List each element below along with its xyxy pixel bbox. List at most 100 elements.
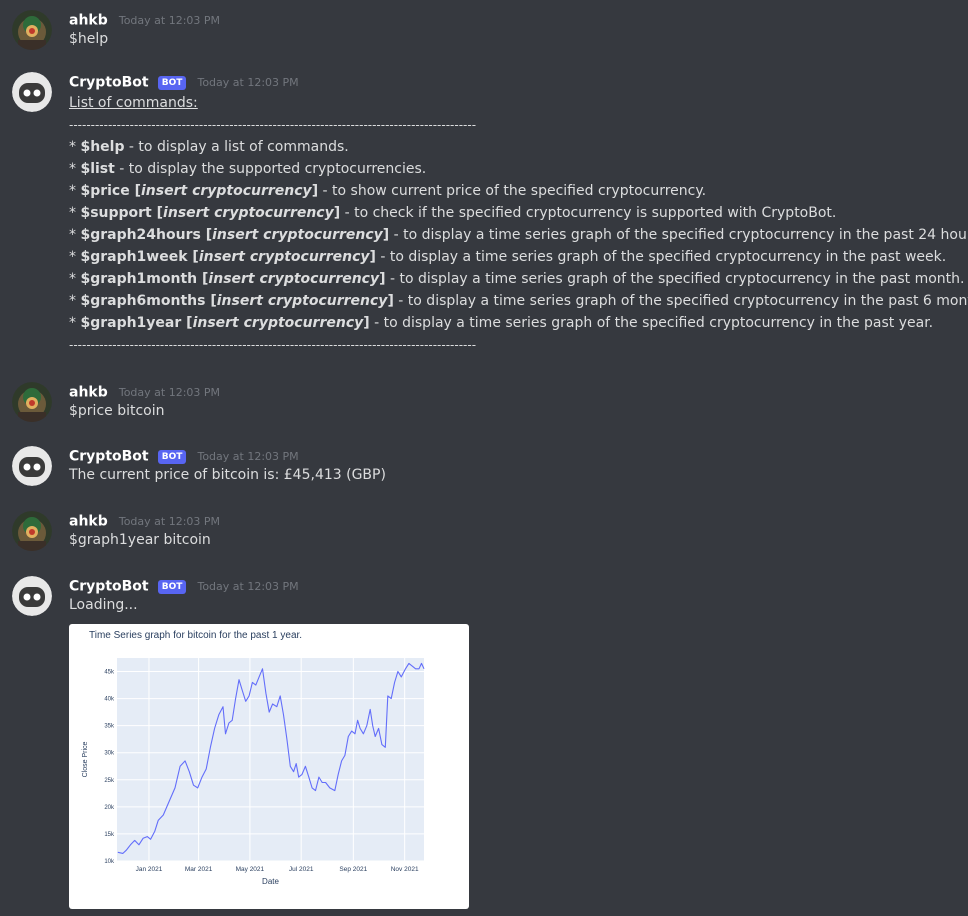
x-tick-label: Nov 2021 [391, 866, 419, 873]
command-name: $support [80, 205, 157, 221]
bullet: * [69, 161, 81, 177]
y-tick-label: 40k [104, 697, 115, 703]
command-description: - to check if the specified cryptocurren… [340, 205, 837, 221]
command-item: * $graph1week [insert cryptocurrency] - … [69, 246, 968, 268]
y-tick-label: 20k [104, 805, 115, 811]
command-name: $graph1month [80, 271, 203, 287]
user-avatar[interactable] [12, 511, 52, 551]
command-item: * $graph6months [insert cryptocurrency] … [69, 290, 968, 312]
user-avatar[interactable] [12, 10, 52, 50]
command-name: $list [80, 161, 115, 177]
command-description: - to display a time series graph of the … [393, 293, 968, 309]
bot-avatar[interactable] [12, 72, 52, 112]
command-list: List of commands: ----------------------… [69, 92, 968, 356]
command-item: * $graph24hours [insert cryptocurrency] … [69, 224, 968, 246]
author-name[interactable]: ahkb [69, 13, 108, 29]
y-axis-label: Close Price [82, 742, 89, 778]
command-arg: [insert cryptocurrency] [192, 249, 376, 265]
author-name[interactable]: ahkb [69, 514, 108, 530]
bullet: * [69, 227, 81, 243]
command-item: * $price [insert cryptocurrency] - to sh… [69, 180, 968, 202]
message: CryptoBot BOT Today at 12:03 PM List of … [0, 72, 968, 362]
command-arg: [insert cryptocurrency] [202, 271, 386, 287]
message: ahkb Today at 12:03 PM $price bitcoin [0, 382, 968, 432]
message-header: CryptoBot BOT Today at 12:03 PM [69, 446, 299, 465]
y-tick-label: 45k [104, 670, 115, 676]
message-header: CryptoBot BOT Today at 12:03 PM [69, 72, 299, 91]
command-name: $price [80, 183, 135, 199]
y-tick-label: 25k [104, 778, 115, 784]
message: ahkb Today at 12:03 PM $graph1year bitco… [0, 511, 968, 561]
timestamp: Today at 12:03 PM [118, 386, 221, 399]
command-name: $graph1week [80, 249, 193, 265]
command-item: * $graph1year [insert cryptocurrency] - … [69, 312, 968, 334]
bullet: * [69, 249, 81, 265]
message-text: $price bitcoin [69, 403, 165, 419]
bullet: * [69, 205, 81, 221]
message-text: Loading... [69, 597, 138, 613]
command-item: * $help - to display a list of commands. [69, 136, 968, 158]
message-text: $graph1year bitcoin [69, 532, 211, 548]
author-name[interactable]: CryptoBot [69, 579, 149, 595]
command-name: $graph24hours [80, 227, 206, 243]
timestamp: Today at 12:03 PM [197, 76, 299, 89]
bullet: * [69, 271, 81, 287]
y-tick-label: 30k [104, 751, 115, 757]
command-arg: [insert cryptocurrency] [205, 227, 390, 243]
command-item: * $graph1month [insert cryptocurrency] -… [69, 268, 968, 290]
command-arg: [insert cryptocurrency] [186, 315, 370, 331]
message-header: ahkb Today at 12:03 PM [69, 10, 220, 29]
message-text: $help [69, 31, 109, 47]
bot-badge: BOT [157, 579, 187, 594]
command-description: - to show current price of the specified… [318, 183, 707, 199]
command-description: - to display a time series graph of the … [389, 227, 968, 243]
bullet: * [69, 183, 81, 199]
y-tick-label: 10k [104, 859, 115, 865]
message: ahkb Today at 12:03 PM $help [0, 10, 968, 60]
command-arg: [insert cryptocurrency] [134, 183, 319, 199]
bot-avatar[interactable] [12, 446, 52, 486]
author-name[interactable]: CryptoBot [69, 449, 149, 465]
bot-avatar[interactable] [12, 576, 52, 616]
bullet: * [69, 315, 81, 331]
command-item: * $list - to display the supported crypt… [69, 158, 968, 180]
bullet: * [69, 293, 81, 309]
commands: * $help - to display a list of commands.… [69, 136, 968, 334]
message-text: The current price of bitcoin is: £45,413… [69, 467, 386, 483]
message-header: ahkb Today at 12:03 PM [69, 511, 220, 530]
bullet: * [69, 139, 81, 155]
command-description: - to display a time series graph of the … [369, 315, 934, 331]
x-tick-label: May 2021 [236, 866, 265, 873]
list-heading: List of commands: [69, 95, 198, 111]
command-description: - to display a time series graph of the … [375, 249, 947, 265]
command-arg: [insert cryptocurrency] [210, 293, 394, 309]
y-tick-label: 15k [104, 832, 115, 838]
author-name[interactable]: ahkb [69, 385, 108, 401]
plot-area [117, 658, 424, 861]
separator-bottom: ----------------------------------------… [69, 338, 477, 352]
message: CryptoBot BOT Today at 12:03 PM Loading.… [0, 576, 968, 626]
timestamp: Today at 12:03 PM [197, 450, 299, 463]
bot-badge: BOT [157, 75, 187, 90]
message: CryptoBot BOT Today at 12:03 PM The curr… [0, 446, 968, 496]
separator-top: ----------------------------------------… [69, 118, 477, 132]
command-arg: [insert cryptocurrency] [156, 205, 341, 221]
timestamp: Today at 12:03 PM [118, 14, 221, 27]
timestamp: Today at 12:03 PM [118, 515, 221, 528]
timestamp: Today at 12:03 PM [197, 580, 299, 593]
graph-image[interactable]: Time Series graph for bitcoin for the pa… [69, 624, 469, 909]
author-name[interactable]: CryptoBot [69, 75, 149, 91]
command-description: - to display a time series graph of the … [385, 271, 965, 287]
command-name: $graph6months [80, 293, 211, 309]
message-header: ahkb Today at 12:03 PM [69, 382, 220, 401]
x-tick-label: Jan 2021 [136, 866, 163, 873]
command-name: $help [80, 139, 125, 155]
message-header: CryptoBot BOT Today at 12:03 PM [69, 576, 299, 595]
x-tick-label: Jul 2021 [289, 866, 314, 873]
x-tick-label: Mar 2021 [185, 866, 213, 873]
command-description: - to display a list of commands. [124, 139, 349, 155]
x-tick-label: Sep 2021 [339, 866, 367, 873]
command-name: $graph1year [80, 315, 187, 331]
time-series-chart: 10k 15k 20k 25k 30k 35k 40k 45k Jan 2021 Mar 2021… [82, 658, 425, 886]
user-avatar[interactable] [12, 382, 52, 422]
